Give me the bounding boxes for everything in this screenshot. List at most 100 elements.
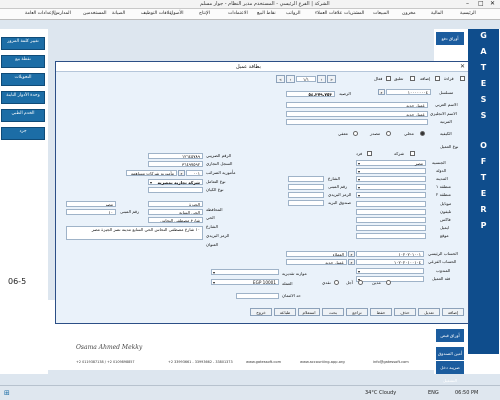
auth-code-field[interactable]: ٠٠١ [186,170,203,176]
address-field[interactable]: ١٠ شارع مصطفى النحاس الحي السابع مدينة ن… [66,226,203,240]
close-icon[interactable]: ✕ [490,0,495,7]
check-add[interactable] [435,76,440,81]
type-exempt-radio[interactable] [353,131,358,136]
pager-prev-button[interactable]: ‹ [286,75,295,83]
menu-item[interactable]: الرئيسية [460,11,476,16]
left-nav-button[interactable]: التحويلات [1,73,45,86]
type-export-radio[interactable] [386,131,391,136]
right-tab[interactable]: أوراق قبض [436,329,464,342]
gov-field[interactable]: مصر [66,201,116,207]
pager-last-button[interactable]: » [327,75,336,83]
dialog-action-button[interactable]: حفظ [370,308,392,316]
limit-field[interactable] [236,293,279,299]
right-link[interactable]: ضريبة دخل التشغيل [436,361,464,383]
account-code-field[interactable]: ١٠٢٠٢٠١٠٠١ [356,251,424,257]
menu-item[interactable]: الإنتاج [199,11,210,16]
district-field[interactable]: الجيزة [148,201,203,207]
fax-field[interactable] [356,217,426,223]
auth-search-icon[interactable]: ⌕ [178,170,185,176]
sub-code-field[interactable]: ١٠٢٠٢٠١٠٠١٠٤ [356,259,424,265]
website-field[interactable] [356,233,426,239]
pobox-label: صندوق البريد [328,200,351,205]
city-select[interactable] [356,176,426,182]
menu-item[interactable]: المبيعات [373,11,389,16]
entity-select[interactable]: شركة تجارية بمصرية [148,179,203,185]
street2-field[interactable]: شارع مصطفى النحاس [148,217,203,223]
dialog-action-button[interactable]: استعلام [298,308,320,316]
nationality-select[interactable]: مصر [356,160,426,166]
tax-field[interactable]: ١٢٦٤٥٧٨٩ [148,153,203,159]
code-search-icon[interactable]: ⌕ [378,89,385,95]
right-tab[interactable]: أوراق دفع [436,32,464,45]
left-nav-button[interactable]: جرد [1,127,45,140]
mobile-field[interactable] [356,201,426,207]
menu-item[interactable]: المالية [431,11,443,16]
currency-select[interactable]: EGP 10001 [211,279,279,285]
name-en-field[interactable]: عميل جديد [286,111,428,117]
dialog-action-button[interactable]: تراجع [346,308,368,316]
minimize-icon[interactable]: – [466,0,469,7]
menu-item[interactable]: الصيانة [112,11,125,16]
pobox-field[interactable] [288,200,324,206]
rep-select[interactable] [356,268,424,274]
country-select[interactable] [356,168,426,174]
area2-select[interactable] [356,192,426,198]
menu-item[interactable]: الاعتمادات [228,11,248,16]
menu-item[interactable]: الإعدادات العامة [25,11,56,16]
close-icon[interactable]: ✕ [460,63,465,70]
budget-select[interactable] [211,269,279,275]
left-nav-button[interactable]: الخدم الطبي [1,109,45,122]
sub-search-icon[interactable]: ⌕ [348,259,355,265]
area-select[interactable] [356,184,426,190]
maximize-icon[interactable]: □ [478,0,484,7]
type-local-label: محلي [404,131,414,136]
street-field[interactable] [288,176,324,182]
menu-item[interactable]: المستخدمين [83,11,107,16]
phone-field[interactable] [356,209,426,215]
auth-name-field[interactable]: مأمورية شركات مساهمة [126,170,177,176]
left-nav-button[interactable]: تغيير كلمة المرور [1,37,45,50]
left-nav-button[interactable]: وحدة الأدوار الثابتة [1,91,45,104]
building-field[interactable] [288,184,324,190]
dialog-action-button[interactable]: خروج [250,308,272,316]
account-search-icon[interactable]: ⌕ [348,251,355,257]
entity-field[interactable] [148,187,203,193]
name-ar-field[interactable]: عميل جديد [286,102,428,108]
left-nav-button[interactable]: نقطة بيع [1,55,45,68]
check-active-label: فعال [374,76,383,81]
right-link[interactable]: أمين الصندوق [436,347,464,360]
menu-item[interactable]: المشتريات [344,11,364,16]
credit-deferred-radio[interactable] [358,280,363,285]
start-icon[interactable]: ⊞ [4,389,10,397]
dialog-action-button[interactable]: تعديل [418,308,440,316]
email-field[interactable] [356,225,426,231]
check-edit[interactable] [410,76,415,81]
check-active[interactable] [386,76,391,81]
dialog-action-button[interactable]: طباعة [274,308,296,316]
zip-field[interactable] [288,192,324,198]
pager-first-button[interactable]: « [276,75,285,83]
type-local-radio[interactable] [420,131,425,136]
menu-item[interactable]: نقاط البيع [257,11,276,16]
building-no-field[interactable]: ١٠ [66,209,116,215]
credit-cash-radio[interactable] [334,280,339,285]
credit-debit-radio[interactable] [386,280,391,285]
district2-field[interactable]: الحي السابع [148,209,203,215]
language-indicator: ENG [428,390,439,396]
menu-item[interactable]: المدارس [54,11,71,16]
dialog-action-button[interactable]: حذف [394,308,416,316]
kind-company-check[interactable] [410,151,415,156]
code-field[interactable]: ١٠٠٠٠٠٠٠٤ [386,89,431,95]
menu-item[interactable]: علاقات التوظيف [141,11,172,16]
commercial-field[interactable]: ٣٦٤٩٧٥٩٢ [148,161,203,167]
menu-item[interactable]: علاقات العملاء [315,11,342,16]
kind-person-check[interactable] [367,151,372,156]
pager-next-button[interactable]: › [317,75,326,83]
dialog-action-button[interactable]: إضافة [442,308,464,316]
menu-item[interactable]: مخزون [402,11,416,16]
brand-letter: S [480,95,487,104]
menu-item[interactable]: الرواتب [286,11,301,16]
check-read[interactable] [460,76,465,81]
dialog-action-button[interactable]: بحث [322,308,344,316]
level-field[interactable] [286,119,428,125]
